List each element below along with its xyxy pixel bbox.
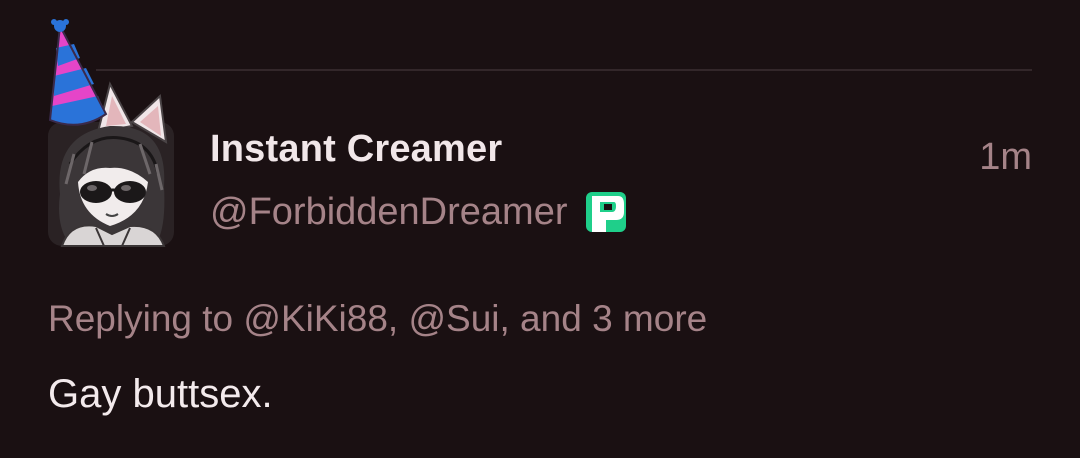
handle-row: @ForbiddenDreamer bbox=[210, 190, 628, 234]
post-page: Instant Creamer @ForbiddenDreamer 1m Rep… bbox=[0, 0, 1080, 458]
avatar[interactable] bbox=[40, 14, 180, 254]
avatar-party-hat-cat-ears-icon bbox=[48, 19, 174, 247]
reply-context[interactable]: Replying to @KiKi88, @Sui, and 3 more bbox=[48, 298, 707, 340]
p-badge-icon bbox=[585, 192, 626, 232]
previous-post-action-icons bbox=[300, 0, 620, 4]
handle[interactable]: @ForbiddenDreamer bbox=[210, 191, 568, 234]
post-body: Gay buttsex. bbox=[48, 372, 273, 416]
display-name[interactable]: Instant Creamer bbox=[210, 128, 502, 171]
post-divider bbox=[96, 69, 1032, 71]
post-timestamp: 1m bbox=[979, 136, 1032, 178]
